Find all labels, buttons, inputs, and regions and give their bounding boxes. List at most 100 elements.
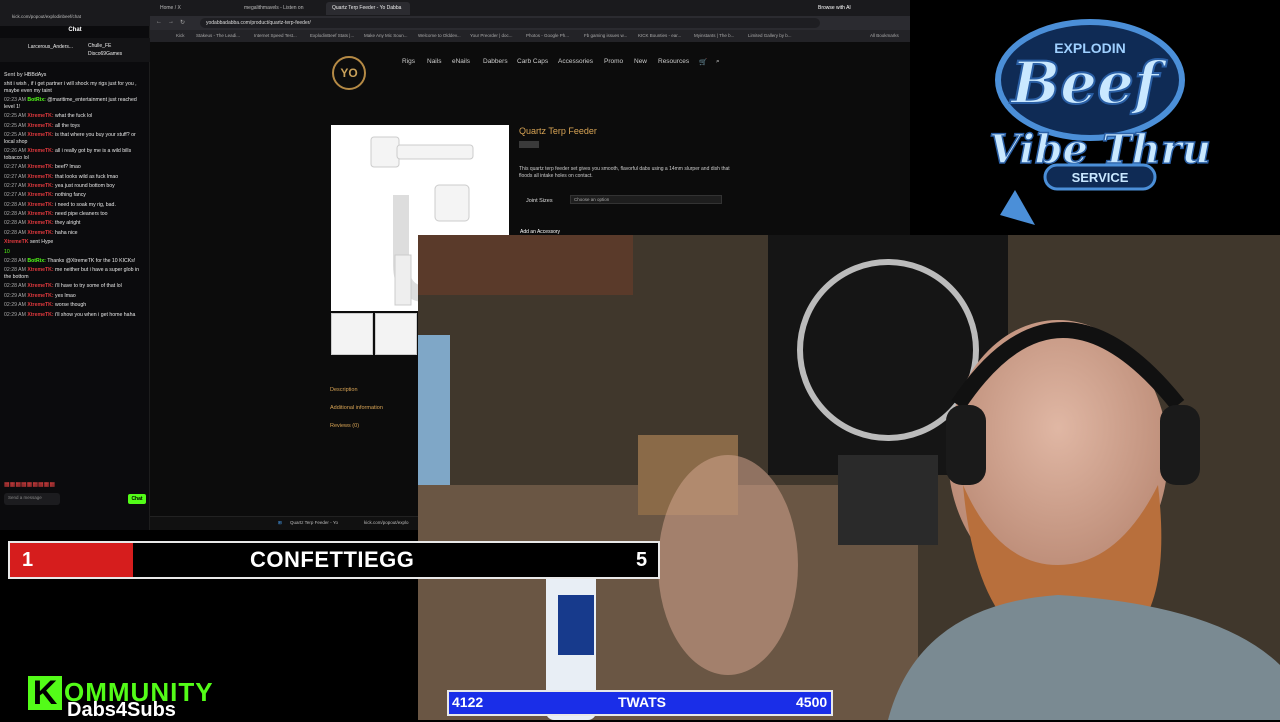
message-timestamp: 02:27 AM — [4, 173, 28, 180]
chat-message: 02:29 AM XtremeTK: worse though — [4, 302, 146, 309]
nav-nails[interactable]: Nails — [427, 58, 441, 65]
taskbar-item[interactable]: kick.com/popout/explo — [364, 520, 409, 525]
message-timestamp: 02:29 AM — [4, 311, 28, 318]
message-text: worse though — [55, 302, 87, 309]
message-username[interactable]: XtremeTK: — [27, 211, 55, 217]
gifter-name[interactable]: Disco69Games — [88, 51, 122, 57]
message-text: i'll show you when i get home haha — [55, 311, 136, 318]
emote-strip[interactable]: ▦▦▦▦▦▦▦▦▦ — [4, 481, 55, 488]
bookmark-item[interactable]: Welcome to Olddev... — [418, 33, 461, 38]
bookmark-item[interactable]: KICK Bounties - ear... — [638, 33, 681, 38]
message-username[interactable]: BotRix: — [27, 258, 47, 264]
nav-resources[interactable]: Resources — [658, 58, 689, 65]
message-username[interactable]: XtremeTK: — [27, 132, 55, 138]
bookmark-item[interactable]: Internet Speed Test... — [254, 33, 297, 38]
message-username[interactable]: XtremeTK — [4, 239, 30, 245]
product-thumbnail[interactable] — [331, 313, 373, 355]
nav-dabbers[interactable]: Dabbers — [483, 58, 508, 65]
message-timestamp: 02:28 AM — [4, 220, 28, 227]
tab-description[interactable]: Description — [330, 387, 358, 393]
chat-message: Sent by HBBdAys — [4, 72, 146, 79]
bookmark-item[interactable]: Your Preorder | doc... — [470, 33, 513, 38]
message-timestamp: 02:25 AM — [4, 113, 28, 120]
chat-messages: Sent by HBBdAys shit i wish , if i get pa… — [4, 72, 146, 321]
chat-url-bar: kick.com/popout/explodinbeef/chat — [0, 0, 150, 26]
message-username[interactable]: XtremeTK: — [27, 267, 55, 273]
message-timestamp: 02:23 AM — [4, 97, 28, 104]
bookmark-item[interactable]: Limited Gallery by b... — [748, 33, 792, 38]
back-icon[interactable]: ← — [156, 19, 162, 25]
message-username[interactable]: XtremeTK: — [27, 164, 55, 170]
tab-x-home[interactable]: Home / X — [154, 2, 234, 15]
nav-carb-caps[interactable]: Carb Caps — [517, 58, 548, 65]
chat-send-button[interactable]: Chat — [128, 494, 146, 504]
chat-message: 02:25 AM XtremeTK: all the toys — [4, 123, 146, 130]
gifter-name[interactable]: Chulle_FE — [88, 43, 111, 49]
goal-bottom-name: TWATS — [618, 694, 666, 710]
message-text: that looks wild as fuck lmao — [55, 173, 119, 180]
site-logo[interactable]: YO — [332, 56, 366, 90]
search-icon[interactable]: ⌕ — [716, 58, 720, 66]
message-username[interactable]: XtremeTK: — [27, 230, 55, 236]
message-username[interactable]: BotRix: — [27, 97, 47, 103]
message-username[interactable]: XtremeTK: — [27, 302, 55, 308]
message-username[interactable]: XtremeTK: — [27, 192, 55, 198]
logo-mid-text: Beef — [1009, 49, 1168, 117]
message-username[interactable]: XtremeTK: — [27, 148, 55, 154]
address-input[interactable]: yodabbadabba.com/product/quartz-terp-fee… — [200, 18, 820, 28]
product-description: This quartz terp feeder set gives you sm… — [519, 166, 730, 179]
tab-quartz-terp-feeder[interactable]: Quartz Terp Feeder - Yo Dabba — [326, 2, 410, 15]
message-username[interactable]: XtremeTK: — [27, 293, 55, 299]
bookmark-item[interactable]: Kick — [176, 33, 185, 38]
joint-sizes-label: Joint Sizes — [526, 198, 553, 204]
message-username[interactable]: Sent by — [4, 72, 24, 78]
message-text: sent Hype — [29, 239, 54, 246]
message-username[interactable]: XtremeTK: — [27, 123, 55, 129]
tab-bar: Home / X megalithmavels - Listen on Quar… — [150, 0, 910, 16]
message-text: yea just round bottom boy — [55, 182, 115, 189]
message-timestamp: 02:28 AM — [4, 258, 28, 265]
all-bookmarks[interactable]: All Bookmarks — [870, 33, 899, 38]
message-username[interactable]: XtremeTK: — [27, 113, 55, 119]
taskbar-item[interactable]: Quartz Terp Feeder - Yo — [290, 520, 338, 525]
tab-megalith[interactable]: megalithmavels - Listen on — [238, 2, 322, 15]
nav-accessories[interactable]: Accessories — [558, 58, 593, 65]
chat-message: 02:25 AM XtremeTK: is that where you buy… — [4, 132, 146, 145]
message-username[interactable]: XtremeTK: — [27, 312, 55, 318]
chat-message: 02:29 AM XtremeTK: i'll show you when i … — [4, 312, 146, 319]
joint-sizes-select[interactable]: Choose an option — [570, 195, 722, 204]
gifter-name[interactable]: Larcerous_Anders... — [28, 44, 73, 50]
chat-panel: kick.com/popout/explodinbeef/chat Chat L… — [0, 0, 150, 530]
nav-enails[interactable]: eNails — [452, 58, 470, 65]
message-username[interactable]: XtremeTK: — [27, 283, 55, 289]
bookmark-item[interactable]: ExplodinBeef Stats |... — [310, 33, 354, 38]
message-username[interactable]: XtremeTK: — [27, 220, 55, 226]
message-username[interactable]: XtremeTK: — [27, 183, 55, 189]
bookmark-item[interactable]: Photos - Google Ph... — [526, 33, 569, 38]
message-username[interactable]: XtremeTK: — [27, 174, 55, 180]
browse-with-ai-button[interactable]: Browse with AI — [812, 2, 872, 15]
message-timestamp: 02:27 AM — [4, 164, 28, 171]
url-bar-row: ← → ↻ yodabbadabba.com/product/quartz-te… — [150, 16, 910, 30]
nav-new[interactable]: New — [634, 58, 647, 65]
cart-icon[interactable]: 🛒 — [699, 58, 707, 66]
message-timestamp: 02:28 AM — [4, 229, 28, 236]
message-text: need pipe cleaners too — [55, 211, 108, 218]
tab-additional-info[interactable]: Additional information — [330, 405, 383, 411]
chat-url[interactable]: kick.com/popout/explodinbeef/chat — [12, 14, 81, 19]
reload-icon[interactable]: ↻ — [180, 19, 185, 26]
bookmark-item[interactable]: Myinstants | The b... — [694, 33, 734, 38]
tab-reviews[interactable]: Reviews (0) — [330, 423, 359, 429]
bookmark-item[interactable]: Fb gaming issues w... — [584, 33, 627, 38]
chat-message: 02:25 AM XtremeTK: what the fuck lol — [4, 113, 146, 120]
nav-rigs[interactable]: Rigs — [402, 58, 415, 65]
bookmark-item[interactable]: Stakeus - The Leadi... — [196, 33, 240, 38]
product-thumbnail[interactable] — [375, 313, 417, 355]
bookmark-item[interactable]: Make Any Mic Soun... — [364, 33, 408, 38]
chat-message-input[interactable]: Send a message — [4, 493, 60, 505]
windows-start-icon[interactable]: ⊞ — [278, 520, 282, 526]
chat-title: Chat — [68, 27, 82, 33]
nav-promo[interactable]: Promo — [604, 58, 623, 65]
message-username[interactable]: XtremeTK: — [27, 202, 55, 208]
forward-icon[interactable]: → — [168, 19, 174, 25]
